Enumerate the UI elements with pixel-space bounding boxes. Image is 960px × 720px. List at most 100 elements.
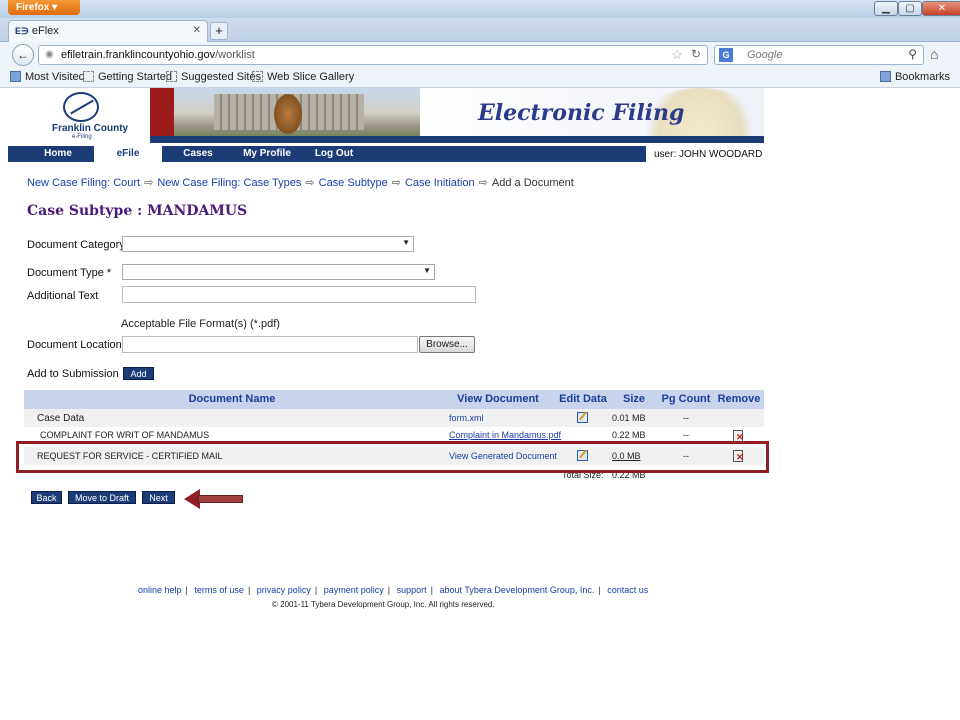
footer-link-about[interactable]: about Tybera Development Group, Inc. xyxy=(439,585,594,595)
tab-strip: E∋ eFlex ✕ + xyxy=(0,18,960,42)
document-pg-count: -- xyxy=(683,430,689,440)
view-document-link[interactable]: form.xml xyxy=(449,413,484,423)
url-bar[interactable]: ◉ efiletrain.franklincountyohio.gov/work… xyxy=(38,45,708,65)
table-row: COMPLAINT FOR WRIT OF MANDAMUS Complaint… xyxy=(24,427,764,441)
banner-photo xyxy=(174,88,420,143)
breadcrumb-current: Add a Document xyxy=(491,177,574,189)
bookmark-label: Getting Started xyxy=(98,71,172,83)
document-category-label: Document Category xyxy=(27,239,125,251)
window-titlebar: Firefox ▾ ▁ ▢ ✕ xyxy=(0,0,960,18)
url-path: /worklist xyxy=(215,49,255,61)
google-icon[interactable]: G xyxy=(719,48,733,62)
url-host: efiletrain.franklincountyohio.gov xyxy=(61,49,216,61)
firefox-menu-button[interactable]: Firefox ▾ xyxy=(8,0,80,15)
column-header-size: Size xyxy=(610,390,658,409)
back-button[interactable]: ← xyxy=(12,44,34,66)
search-bar[interactable]: G Google ⚲ xyxy=(714,45,924,65)
document-type-label: Document Type * xyxy=(27,267,112,279)
logo-text: Franklin County xyxy=(52,123,129,134)
view-document-link[interactable]: Complaint in Mandamus.pdf xyxy=(449,430,561,440)
breadcrumb-case-subtype[interactable]: Case Subtype xyxy=(319,177,388,189)
document-size: 0.01 MB xyxy=(612,413,646,423)
minimize-button[interactable]: ▁ xyxy=(874,1,898,16)
nav-log-out[interactable]: Log Out xyxy=(300,146,368,162)
document-name: Case Data xyxy=(37,413,85,424)
most-visited-icon xyxy=(10,71,21,82)
column-header-edit-data: Edit Data xyxy=(556,390,610,409)
additional-text-input[interactable] xyxy=(122,286,476,303)
back-button[interactable]: Back xyxy=(31,491,62,504)
document-size: 0.22 MB xyxy=(612,430,646,440)
document-type-select[interactable]: ▼ xyxy=(122,264,435,280)
document-location-label: Document Location xyxy=(27,339,122,351)
site-banner: Franklin County e-Filing Electronic Fili… xyxy=(8,88,764,143)
new-tab-button[interactable]: + xyxy=(210,22,228,40)
bookmarks-menu-label: Bookmarks xyxy=(894,71,950,83)
breadcrumb-separator-icon: ⇨ xyxy=(478,177,488,189)
copyright-text: © 2001-11 Tybera Development Group, Inc.… xyxy=(272,600,495,609)
move-to-draft-button[interactable]: Move to Draft xyxy=(68,491,136,504)
breadcrumb-separator-icon: ⇨ xyxy=(144,177,154,189)
footer-link-online-help[interactable]: online help xyxy=(138,585,182,595)
nav-my-profile[interactable]: My Profile xyxy=(234,146,300,162)
close-window-button[interactable]: ✕ xyxy=(922,1,960,16)
edit-data-icon[interactable] xyxy=(577,412,588,425)
next-button[interactable]: Next xyxy=(142,491,175,504)
bookmark-label: Suggested Sites xyxy=(181,71,262,83)
page-icon xyxy=(166,71,177,82)
footer-link-privacy-policy[interactable]: privacy policy xyxy=(257,585,311,595)
tab-title: eFlex xyxy=(31,25,59,37)
table-row: Case Data form.xml 0.01 MB -- xyxy=(24,409,764,427)
banner-title: Electronic Filing xyxy=(478,100,685,126)
column-header-document-name: Document Name xyxy=(24,390,440,409)
bookmark-suggested-sites[interactable]: Suggested Sites xyxy=(166,71,261,83)
eflex-favicon-icon: E∋ xyxy=(15,26,29,36)
add-button[interactable]: Add xyxy=(123,367,154,380)
nav-home[interactable]: Home xyxy=(22,146,94,162)
footer-link-support[interactable]: support xyxy=(397,585,427,595)
remove-document-icon[interactable] xyxy=(733,430,744,441)
tab-eflex[interactable]: E∋ eFlex ✕ xyxy=(8,20,208,42)
footer-link-payment-policy[interactable]: payment policy xyxy=(324,585,384,595)
bookmark-star-icon[interactable]: ☆ xyxy=(671,47,683,63)
county-logo[interactable]: Franklin County e-Filing xyxy=(8,88,150,143)
add-to-submission-label: Add to Submission xyxy=(27,368,119,380)
reload-icon[interactable]: ↻ xyxy=(691,47,701,61)
bookmark-getting-started[interactable]: Getting Started xyxy=(83,71,172,83)
document-category-select[interactable]: ▼ xyxy=(122,236,414,252)
chevron-down-icon: ▼ xyxy=(423,266,431,275)
navigation-toolbar: ← ◉ efiletrain.franklincountyohio.gov/wo… xyxy=(0,42,960,68)
bookmark-web-slice-gallery[interactable]: Web Slice Gallery xyxy=(252,71,354,83)
document-location-input[interactable] xyxy=(122,336,418,353)
search-placeholder: Google xyxy=(747,49,783,61)
footer-links: online help | terms of use | privacy polic… xyxy=(138,585,649,595)
logo-subtext: e-Filing xyxy=(72,134,92,140)
bookmarks-menu-button[interactable]: Bookmarks xyxy=(879,71,950,83)
search-icon[interactable]: ⚲ xyxy=(908,47,917,61)
breadcrumb-case-types[interactable]: New Case Filing: Case Types xyxy=(157,177,301,189)
home-icon[interactable]: ⌂ xyxy=(930,46,938,62)
breadcrumb-court[interactable]: New Case Filing: Court xyxy=(27,177,140,189)
close-tab-icon[interactable]: ✕ xyxy=(193,25,201,36)
breadcrumb-case-initiation[interactable]: Case Initiation xyxy=(405,177,475,189)
column-header-pg-count: Pg Count xyxy=(658,390,714,409)
bookmark-label: Most Visited xyxy=(25,71,85,83)
bookmark-label: Web Slice Gallery xyxy=(267,71,355,83)
red-arrow-shaft xyxy=(198,495,243,503)
nav-cases[interactable]: Cases xyxy=(162,146,234,162)
page-content: Franklin County e-Filing Electronic Fili… xyxy=(8,88,952,720)
banner-bottom-bar xyxy=(150,136,764,143)
firefox-menu-label: Firefox xyxy=(16,2,50,13)
footer-link-terms-of-use[interactable]: terms of use xyxy=(194,585,244,595)
bookmarks-toolbar: Most Visited Getting Started Suggested S… xyxy=(0,68,960,88)
chevron-down-icon: ▼ xyxy=(402,238,410,247)
maximize-button[interactable]: ▢ xyxy=(898,1,922,16)
bookmarks-icon xyxy=(879,71,891,82)
browse-button[interactable]: Browse... xyxy=(419,336,475,353)
document-pg-count: -- xyxy=(683,413,689,423)
nav-efile[interactable]: eFile xyxy=(94,146,162,162)
bookmark-most-visited[interactable]: Most Visited xyxy=(10,71,85,83)
footer-link-contact-us[interactable]: contact us xyxy=(607,585,648,595)
page-icon xyxy=(83,71,94,82)
site-identity-icon: ◉ xyxy=(45,49,54,60)
